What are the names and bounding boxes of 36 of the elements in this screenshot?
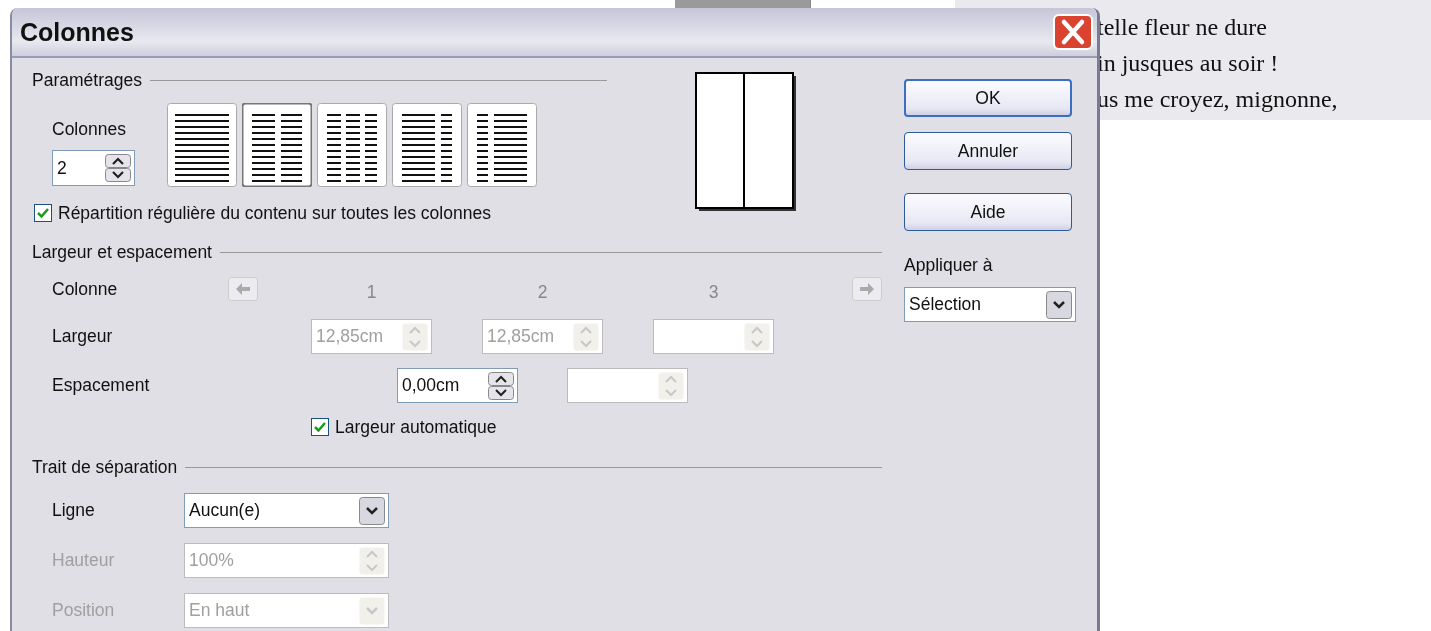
section-heading: Largeur et espacement	[32, 241, 212, 263]
dropdown[interactable]: Aucun(e)	[184, 493, 389, 528]
spacing-spin-field[interactable]: 0,00cm	[397, 368, 518, 403]
dropdown[interactable]: Sélection	[904, 287, 1076, 322]
checkbox[interactable]	[34, 204, 52, 222]
chevron-down-icon[interactable]	[359, 496, 385, 525]
dialog-button[interactable]: Aide	[904, 193, 1072, 231]
column-label: Colonne	[52, 278, 119, 300]
columns-spin-field[interactable]: 2	[52, 150, 135, 186]
checkbox[interactable]	[311, 418, 329, 436]
checkbox-label: Répartition régulière du contenu sur toutes les colonnes	[58, 202, 491, 224]
chevron-down-icon[interactable]	[1046, 290, 1072, 319]
close-icon[interactable]	[1053, 14, 1093, 50]
field-label: Ligne	[52, 500, 96, 521]
column-layout-option[interactable]	[242, 103, 312, 187]
section-heading: Trait de séparation	[32, 456, 178, 478]
column-number: 2	[536, 281, 549, 303]
section-heading: Paramétrages	[32, 69, 142, 91]
spacing-label: Espacement	[52, 375, 151, 396]
columns-label: Colonnes	[52, 119, 127, 140]
field-label: Hauteur	[52, 550, 116, 571]
column-layout-option[interactable]	[392, 103, 462, 187]
column-layout-option[interactable]	[317, 103, 387, 187]
column-number: 3	[707, 281, 720, 303]
checkbox-label: Largeur automatique	[335, 416, 497, 438]
column-layout-option[interactable]	[467, 103, 537, 187]
dialog-button[interactable]: OK	[904, 79, 1072, 117]
window-title: Colonnes	[20, 17, 134, 47]
column-number: 1	[365, 281, 378, 303]
spin-arrows-icon[interactable]	[105, 154, 131, 182]
field-label: Position	[52, 600, 116, 621]
column-layout-option[interactable]	[167, 103, 237, 187]
width-label: Largeur	[52, 326, 114, 347]
spin-arrows-icon[interactable]	[488, 371, 514, 400]
dialog-button[interactable]: Annuler	[904, 132, 1072, 170]
apply-to-label: Appliquer à	[904, 254, 993, 276]
